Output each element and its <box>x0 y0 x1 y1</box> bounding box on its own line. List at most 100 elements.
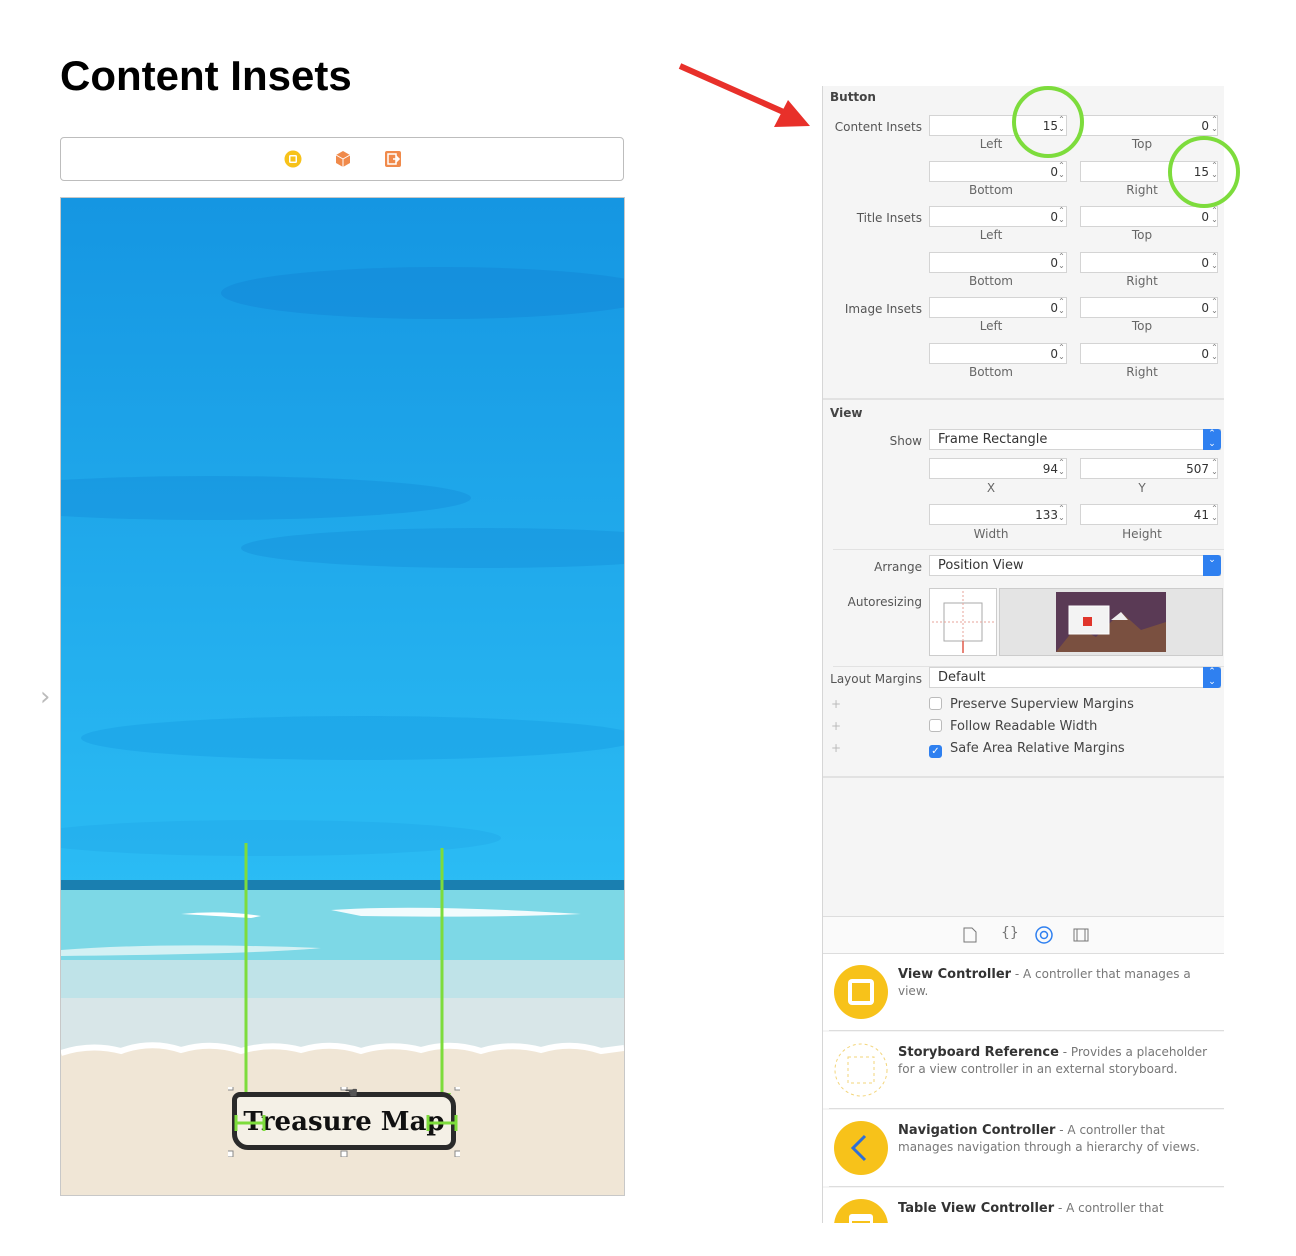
library-tab-bar: {} <box>823 916 1224 954</box>
list-separator <box>829 1030 1224 1031</box>
highlight-circle-right-inset <box>1168 136 1240 208</box>
title-insets-left-field[interactable]: 0 <box>929 206 1067 227</box>
right-sublabel: Right <box>1126 274 1158 288</box>
view-controller-dock-icon[interactable] <box>284 150 302 168</box>
width-sublabel: Width <box>973 527 1009 541</box>
frame-x-field[interactable]: 94 <box>929 458 1067 479</box>
library-item-view-controller[interactable]: View Controller - A controller that mana… <box>823 954 1224 1030</box>
list-separator <box>829 1186 1224 1187</box>
slide-title: Content Insets <box>60 52 352 99</box>
treasure-map-button[interactable]: Treasure Map ☚ <box>228 1083 460 1157</box>
content-insets-label: Content Insets <box>834 120 922 134</box>
content-insets-bottom-stepper[interactable]: ⌃ ⌄ <box>1055 161 1068 182</box>
list-separator <box>829 1108 1224 1109</box>
frame-height-stepper[interactable]: ⌃ ⌄ <box>1208 504 1221 525</box>
show-popup[interactable]: Frame Rectangle ⌃ ⌄ <box>929 429 1221 450</box>
section-divider <box>823 398 1224 400</box>
top-sublabel: Top <box>1131 228 1153 242</box>
autoresizing-label: Autoresizing <box>847 595 922 609</box>
library-item-navigation-controller[interactable]: Navigation Controller - A controller tha… <box>823 1110 1224 1186</box>
arrange-popup[interactable]: Position View ⌄ <box>929 555 1221 576</box>
content-insets-top-field[interactable]: 0 <box>1080 115 1218 136</box>
button-section-title: Button <box>830 90 876 104</box>
frame-width-field[interactable]: 133 <box>929 504 1067 525</box>
title-insets-right-field[interactable]: 0 <box>1080 252 1218 273</box>
image-insets-top-field[interactable]: 0 <box>1080 297 1218 318</box>
left-sublabel: Left <box>979 319 1003 333</box>
bottom-sublabel: Bottom <box>968 183 1013 197</box>
title-insets-label: Title Insets <box>856 211 922 225</box>
first-responder-dock-icon[interactable] <box>334 150 352 168</box>
code-snippet-tab-icon[interactable]: {} <box>1001 925 1019 941</box>
library-item-table-view-controller[interactable]: Table View Controller - A controller tha… <box>823 1188 1224 1223</box>
show-label: Show <box>889 434 922 448</box>
image-insets-top-stepper[interactable]: ⌃ ⌄ <box>1208 297 1221 318</box>
autoresizing-preview <box>999 588 1223 656</box>
title-insets-right-stepper[interactable]: ⌃ ⌄ <box>1208 252 1221 273</box>
title-insets-left-stepper[interactable]: ⌃ ⌄ <box>1055 206 1068 227</box>
section-divider <box>823 776 1224 778</box>
frame-x-stepper[interactable]: ⌃ ⌄ <box>1055 458 1068 479</box>
autoresizing-mask-editor[interactable] <box>929 588 997 656</box>
popup-arrows-icon: ⌃ ⌄ <box>1203 667 1221 688</box>
left-sublabel: Left <box>979 228 1003 242</box>
title-insets-bottom-stepper[interactable]: ⌃ ⌄ <box>1055 252 1068 273</box>
checkmark-icon: ✓ <box>929 745 942 758</box>
follow-readable-width-checkbox[interactable]: Follow Readable Width <box>929 719 1097 734</box>
right-sublabel: Right <box>1126 365 1158 379</box>
table-view-controller-icon <box>834 1199 888 1223</box>
checkbox-icon <box>929 697 942 710</box>
bottom-sublabel: Bottom <box>968 365 1013 379</box>
autoresizing-struts-icon <box>932 591 994 653</box>
image-insets-left-stepper[interactable]: ⌃ ⌄ <box>1055 297 1068 318</box>
media-library-tab-icon[interactable] <box>1073 927 1089 943</box>
image-insets-label: Image Insets <box>844 302 922 316</box>
height-sublabel: Height <box>1122 527 1162 541</box>
object-library-tab-icon[interactable] <box>1035 926 1053 944</box>
view-controller-icon <box>834 965 888 1019</box>
beach-background-image <box>61 198 624 1195</box>
image-insets-right-field[interactable]: 0 <box>1080 343 1218 364</box>
annotation-arrow <box>678 63 810 127</box>
y-sublabel: Y <box>1138 481 1146 495</box>
highlight-circle-left-inset <box>1012 86 1084 158</box>
preserve-superview-margins-checkbox[interactable]: Preserve Superview Margins <box>929 697 1134 712</box>
content-insets-bottom-field[interactable]: 0 <box>929 161 1067 182</box>
image-insets-right-stepper[interactable]: ⌃ ⌄ <box>1208 343 1221 364</box>
safe-area-relative-margins-checkbox[interactable]: ✓ Safe Area Relative Margins <box>929 741 1125 758</box>
file-template-tab-icon[interactable] <box>963 927 977 943</box>
content-insets-top-stepper[interactable]: ⌃ ⌄ <box>1208 115 1221 136</box>
layout-margins-label: Layout Margins <box>830 672 922 686</box>
view-section-title: View <box>830 406 863 420</box>
frame-height-field[interactable]: 41 <box>1080 504 1218 525</box>
scene-entry-arrow-icon: › <box>40 682 51 712</box>
x-sublabel: X <box>986 481 996 495</box>
layout-margins-popup[interactable]: Default ⌃ ⌄ <box>929 667 1221 688</box>
plus-icon[interactable]: + <box>831 741 841 755</box>
hand-cursor-icon: ☚ <box>344 1083 359 1102</box>
plus-icon[interactable]: + <box>831 697 841 711</box>
storyboard-scene[interactable]: Treasure Map ☚ <box>60 197 625 1196</box>
title-insets-bottom-field[interactable]: 0 <box>929 252 1067 273</box>
autoresizing-preview-image <box>1056 592 1166 652</box>
attributes-inspector: Button Content Insets 15 ⌃ ⌄ 0 ⌃ ⌄ Left To… <box>822 86 1224 1223</box>
storyboard-reference-icon <box>834 1043 888 1097</box>
checkbox-icon <box>929 719 942 732</box>
image-insets-left-field[interactable]: 0 <box>929 297 1067 318</box>
library-item-storyboard-reference[interactable]: Storyboard Reference - Provides a placeh… <box>823 1032 1224 1108</box>
image-insets-bottom-field[interactable]: 0 <box>929 343 1067 364</box>
exit-dock-icon[interactable] <box>384 150 402 168</box>
frame-y-stepper[interactable]: ⌃ ⌄ <box>1208 458 1221 479</box>
scene-dock <box>60 137 624 181</box>
bottom-sublabel: Bottom <box>968 274 1013 288</box>
image-insets-bottom-stepper[interactable]: ⌃ ⌄ <box>1055 343 1068 364</box>
frame-width-stepper[interactable]: ⌃ ⌄ <box>1055 504 1068 525</box>
section-divider <box>833 549 1224 550</box>
navigation-controller-icon <box>834 1121 888 1175</box>
arrange-label: Arrange <box>874 560 922 574</box>
popup-arrows-icon: ⌃ ⌄ <box>1203 429 1221 450</box>
top-sublabel: Top <box>1131 319 1153 333</box>
frame-y-field[interactable]: 507 <box>1080 458 1218 479</box>
popup-chevron-icon: ⌄ <box>1203 555 1221 576</box>
plus-icon[interactable]: + <box>831 719 841 733</box>
